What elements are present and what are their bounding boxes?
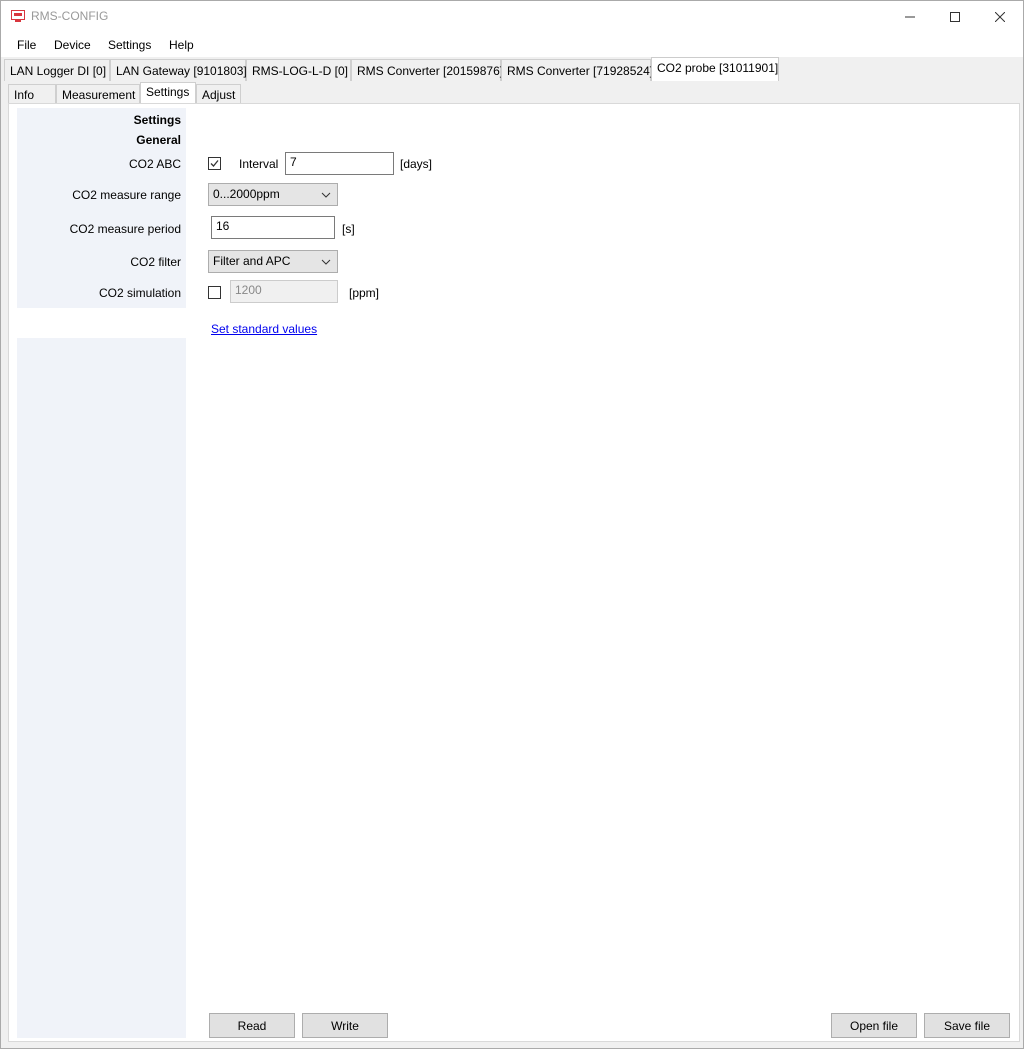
co2-filter-value: Filter and APC [213,254,291,268]
settings-heading: Settings [133,113,181,127]
app-logo-icon [11,10,25,22]
label-column-bottom [17,338,186,1038]
read-button[interactable]: Read [209,1013,295,1038]
app-window: RMS-CONFIG File Device Settings Help LAN… [0,0,1024,1049]
interval-unit: [days] [400,157,433,171]
co2-range-label: CO2 measure range [72,188,181,202]
open-file-button[interactable]: Open file [831,1013,917,1038]
close-icon [995,11,1005,22]
co2-simulation-label: CO2 simulation [98,286,181,300]
chevron-down-icon [321,192,331,198]
co2-range-select[interactable]: 0...2000ppm [208,183,338,206]
close-button[interactable] [977,1,1023,32]
tab-co2-probe[interactable]: CO2 probe [31011901] [651,57,779,81]
general-heading: General [136,133,181,147]
menu-bar: File Device Settings Help [1,32,1023,57]
window-title: RMS-CONFIG [31,9,109,23]
interval-label: Interval [239,157,279,171]
write-button[interactable]: Write [302,1013,388,1038]
tab-rms-converter-2[interactable]: RMS Converter [71928524] [501,59,653,81]
co2-period-input[interactable]: 16 [211,216,335,239]
title-bar: RMS-CONFIG [1,1,1023,32]
tab-adjust[interactable]: Adjust [196,84,241,104]
tab-lan-logger[interactable]: LAN Logger DI [0] [4,59,110,81]
menu-help[interactable]: Help [169,38,194,52]
maximize-button[interactable] [932,1,978,32]
save-file-button[interactable]: Save file [924,1013,1010,1038]
co2-filter-select[interactable]: Filter and APC [208,250,338,273]
minimize-button[interactable] [887,1,933,32]
tab-lan-gateway[interactable]: LAN Gateway [9101803] [110,59,247,81]
tab-info[interactable]: Info [8,84,56,104]
chevron-down-icon [321,259,331,265]
co2-filter-label: CO2 filter [130,255,181,269]
set-standard-values-link[interactable]: Set standard values [211,322,317,336]
minimize-icon [905,16,915,17]
interval-input[interactable]: 7 [285,152,394,175]
tab-rms-log[interactable]: RMS-LOG-L-D [0] [246,59,351,81]
co2-period-label: CO2 measure period [69,222,181,236]
co2-simulation-input[interactable]: 1200 [230,280,338,303]
menu-file[interactable]: File [17,38,36,52]
co2-abc-checkbox[interactable] [208,157,221,170]
co2-period-unit: [s] [342,222,355,236]
maximize-icon [950,11,960,22]
tab-measurement[interactable]: Measurement [56,84,140,104]
checkmark-icon [210,160,219,167]
co2-abc-label: CO2 ABC [128,157,181,171]
settings-panel: Settings General CO2 ABC Interval 7 [day… [8,103,1020,1042]
co2-simulation-checkbox[interactable] [208,286,221,299]
co2-range-value: 0...2000ppm [213,187,280,201]
menu-settings[interactable]: Settings [108,38,151,52]
menu-device[interactable]: Device [54,38,91,52]
tab-settings[interactable]: Settings [140,82,196,104]
co2-simulation-unit: [ppm] [349,286,380,300]
tab-rms-converter-1[interactable]: RMS Converter [20159876] [351,59,503,81]
